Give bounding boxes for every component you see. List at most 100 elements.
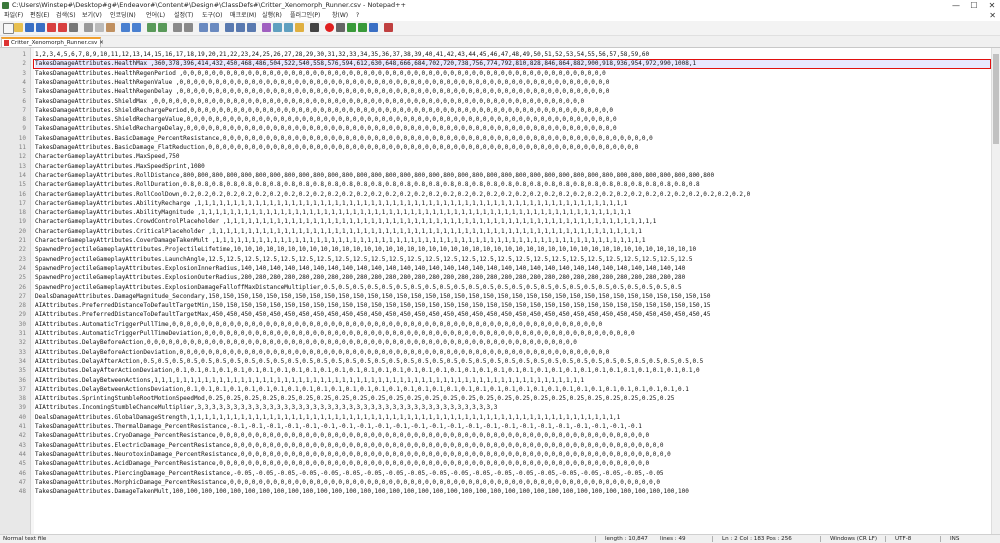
- doc-map-icon[interactable]: [273, 23, 282, 32]
- editor-line[interactable]: 12 CharacterGameplayAttributes.MaxSpeed,7…: [0, 152, 992, 161]
- line-text[interactable]: CharacterGameplayAttributes.RollDistance…: [35, 171, 990, 180]
- editor-line[interactable]: 34 AIAttributes.DelayAfterAction,0.5,0.5,…: [0, 357, 992, 366]
- editor-line[interactable]: 43 TakesDamageAttributes.ElectricDamage_P…: [0, 441, 992, 450]
- editor-line[interactable]: 48 TakesDamageAttributes.DamageTakenMult,…: [0, 487, 992, 496]
- editor-line[interactable]: 19 CharacterGameplayAttributes.CrowdContr…: [0, 217, 992, 226]
- line-text[interactable]: TakesDamageAttributes.ElectricDamage_Per…: [35, 441, 990, 450]
- spellcheck-icon[interactable]: [384, 23, 393, 32]
- tab-critter-xenomorph-runner[interactable]: Critter_Xenomorph_Runner.csv ✕: [1, 37, 104, 47]
- editor-line[interactable]: 3 TakesDamageAttributes.HealthRegenPeriod…: [0, 69, 992, 78]
- editor-line[interactable]: 30 AIAttributes.AutomaticTriggerPullTime,…: [0, 320, 992, 329]
- stop-record-icon[interactable]: [336, 23, 345, 32]
- line-text[interactable]: DealsDamageAttributes.DamageMagnitude_Se…: [35, 292, 990, 301]
- editor-line[interactable]: 35 AIAttributes.DelayAfterActionDeviation…: [0, 366, 992, 375]
- close-all-icon[interactable]: [58, 23, 67, 32]
- undo-icon[interactable]: [121, 23, 130, 32]
- line-text[interactable]: TakesDamageAttributes.ShieldRechargeDela…: [35, 124, 990, 133]
- editor-line[interactable]: 37 AIAttributes.DelayBetweenActionsDeviat…: [0, 385, 992, 394]
- menu-window[interactable]: 창(W): [332, 12, 348, 20]
- line-text[interactable]: CharacterGameplayAttributes.RollDuration…: [35, 180, 990, 189]
- menu-plugins[interactable]: 플러그인(P): [290, 12, 320, 20]
- line-text[interactable]: TakesDamageAttributes.PiercingDamage_Per…: [35, 469, 990, 478]
- editor-line[interactable]: 22 SpawnedProjectileGameplayAttributes.Pr…: [0, 245, 992, 254]
- editor-line[interactable]: 6 TakesDamageAttributes.ShieldMax ,0,0,0,…: [0, 97, 992, 106]
- replace-icon[interactable]: [158, 23, 167, 32]
- editor-line[interactable]: 42 TakesDamageAttributes.CryoDamage_Perce…: [0, 431, 992, 440]
- editor-line[interactable]: 4 TakesDamageAttributes.HealthRegenValue …: [0, 78, 992, 87]
- zoom-in-icon[interactable]: [173, 23, 182, 32]
- editor-line[interactable]: 27 DealsDamageAttributes.DamageMagnitude_…: [0, 292, 992, 301]
- line-text[interactable]: TakesDamageAttributes.MorphicDamage_Perc…: [35, 478, 990, 487]
- menu-run[interactable]: 실행(R): [262, 12, 282, 20]
- line-text[interactable]: AIAttributes.DelayBetweenActionsDeviatio…: [35, 385, 990, 394]
- copy-icon[interactable]: [95, 23, 104, 32]
- udl-icon[interactable]: [262, 23, 271, 32]
- line-text[interactable]: TakesDamageAttributes.DamageTakenMult,10…: [35, 487, 990, 496]
- editor-line[interactable]: 46 TakesDamageAttributes.PiercingDamage_P…: [0, 469, 992, 478]
- editor-line[interactable]: 16 CharacterGameplayAttributes.RollCoolDo…: [0, 190, 992, 199]
- record-macro-icon[interactable]: [325, 23, 334, 32]
- save-all-icon[interactable]: [36, 23, 45, 32]
- line-text[interactable]: CharacterGameplayAttributes.AbilityMagni…: [35, 208, 990, 217]
- editor-line[interactable]: 14 CharacterGameplayAttributes.RollDistan…: [0, 171, 992, 180]
- run-macro-icon[interactable]: [358, 23, 367, 32]
- line-text[interactable]: AIAttributes.PreferredDistanceToDefaultT…: [35, 310, 990, 319]
- editor-line[interactable]: 8 TakesDamageAttributes.ShieldRechargeVal…: [0, 115, 992, 124]
- editor-line[interactable]: 15 CharacterGameplayAttributes.RollDurati…: [0, 180, 992, 189]
- line-text[interactable]: CharacterGameplayAttributes.RollCoolDown…: [35, 190, 990, 199]
- line-text[interactable]: CharacterGameplayAttributes.CriticalPlac…: [35, 227, 990, 236]
- line-text[interactable]: SpawnedProjectileGameplayAttributes.Expl…: [35, 283, 990, 292]
- monitor-icon[interactable]: [310, 23, 319, 32]
- menu-encoding[interactable]: 인코딩(N): [110, 12, 136, 20]
- close-icon[interactable]: [47, 23, 56, 32]
- editor-line[interactable]: 44 TakesDamageAttributes.NeurotoxinDamage…: [0, 450, 992, 459]
- editor-line[interactable]: 21 CharacterGameplayAttributes.CoverDamag…: [0, 236, 992, 245]
- maximize-button[interactable]: ☐: [966, 0, 982, 11]
- editor-line[interactable]: 36 AIAttributes.DelayBetweenActions,1,1,1…: [0, 376, 992, 385]
- menu-macro[interactable]: 매크로(M): [230, 12, 256, 20]
- line-text[interactable]: SpawnedProjectileGameplayAttributes.Expl…: [35, 264, 990, 273]
- editor-line[interactable]: 45 TakesDamageAttributes.AcidDamage_Perce…: [0, 459, 992, 468]
- editor-line[interactable]: 10 TakesDamageAttributes.BasicDamage_Perc…: [0, 134, 992, 143]
- editor-line[interactable]: 31 AIAttributes.AutomaticTriggerPullTimeD…: [0, 329, 992, 338]
- play-macro-icon[interactable]: [347, 23, 356, 32]
- cut-icon[interactable]: [84, 23, 93, 32]
- editor-area[interactable]: 1 1,2,3,4,5,6,7,8,9,10,11,12,13,14,15,16,…: [0, 48, 1000, 534]
- menu-view[interactable]: 보기(V): [82, 12, 102, 20]
- menu-help[interactable]: ?: [356, 12, 359, 20]
- line-text[interactable]: TakesDamageAttributes.ThermalDamage_Perc…: [35, 422, 990, 431]
- line-text[interactable]: SpawnedProjectileGameplayAttributes.Expl…: [35, 273, 990, 282]
- sync-h-icon[interactable]: [210, 23, 219, 32]
- editor-line[interactable]: 1 1,2,3,4,5,6,7,8,9,10,11,12,13,14,15,16,…: [0, 50, 992, 59]
- save-icon[interactable]: [25, 23, 34, 32]
- close-window-button[interactable]: ✕: [984, 0, 1000, 11]
- print-icon[interactable]: [69, 23, 78, 32]
- redo-icon[interactable]: [132, 23, 141, 32]
- line-text[interactable]: AIAttributes.AutomaticTriggerPullTimeDev…: [35, 329, 990, 338]
- menu-search[interactable]: 검색(S): [56, 12, 76, 20]
- close-document-icon[interactable]: ✕: [989, 11, 996, 21]
- line-text[interactable]: TakesDamageAttributes.BasicDamage_FlatRe…: [35, 143, 990, 152]
- save-macro-icon[interactable]: [369, 23, 378, 32]
- editor-line[interactable]: 26 SpawnedProjectileGameplayAttributes.Ex…: [0, 283, 992, 292]
- line-text[interactable]: CharacterGameplayAttributes.AbilityRecha…: [35, 199, 990, 208]
- line-text[interactable]: CharacterGameplayAttributes.CoverDamageT…: [35, 236, 990, 245]
- line-text[interactable]: AIAttributes.SprintingStumbleRootMotionS…: [35, 394, 990, 403]
- line-text[interactable]: TakesDamageAttributes.HealthRegenPeriod …: [35, 69, 990, 78]
- line-text[interactable]: TakesDamageAttributes.HealthRegenDelay ,…: [35, 87, 990, 96]
- line-text[interactable]: TakesDamageAttributes.ShieldRechargeValu…: [35, 115, 990, 124]
- line-text[interactable]: AIAttributes.DelayAfterAction,0.5,0.5,0.…: [35, 357, 990, 366]
- line-text[interactable]: CharacterGameplayAttributes.MaxSpeed,750: [35, 152, 990, 161]
- indent-guide-icon[interactable]: [247, 23, 256, 32]
- line-text[interactable]: AIAttributes.DelayBeforeAction,0,0,0,0,0…: [35, 338, 990, 347]
- editor-line[interactable]: 9 TakesDamageAttributes.ShieldRechargeDel…: [0, 124, 992, 133]
- line-text[interactable]: AIAttributes.DelayBetweenActions,1,1,1,1…: [35, 376, 990, 385]
- line-text[interactable]: AIAttributes.DelayAfterActionDeviation,0…: [35, 366, 990, 375]
- line-text[interactable]: SpawnedProjectileGameplayAttributes.Laun…: [35, 255, 990, 264]
- line-text[interactable]: TakesDamageAttributes.ShieldRechargePeri…: [35, 106, 990, 115]
- editor-line[interactable]: 33 AIAttributes.DelayBeforeActionDeviatio…: [0, 348, 992, 357]
- line-text[interactable]: AIAttributes.IncomingStumbleChanceMultip…: [35, 403, 990, 412]
- new-file-icon[interactable]: [3, 23, 14, 34]
- editor-line[interactable]: 23 SpawnedProjectileGameplayAttributes.La…: [0, 255, 992, 264]
- line-text[interactable]: TakesDamageAttributes.CryoDamage_Percent…: [35, 431, 990, 440]
